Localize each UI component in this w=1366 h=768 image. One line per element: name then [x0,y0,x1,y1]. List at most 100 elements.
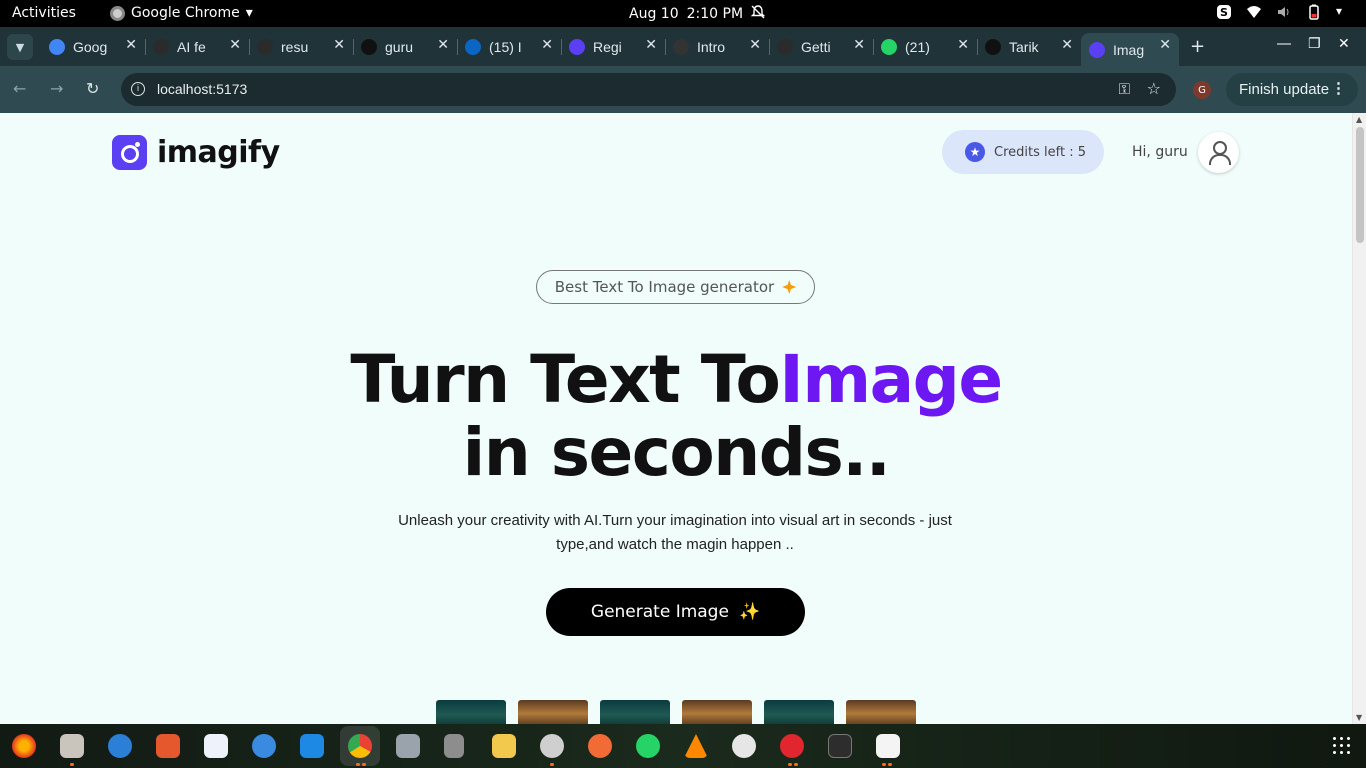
browser-tab[interactable]: guru ✕ [353,33,458,60]
tab-title: Regi [593,38,622,55]
tab-title: Tarik [1009,38,1039,55]
volume-icon[interactable] [1276,4,1292,20]
badge-text: Best Text To Image generator [554,278,775,296]
browser-tab[interactable]: Goog ✕ [41,33,146,60]
forward-button[interactable]: → [50,79,63,98]
archive-icon[interactable] [444,734,464,758]
close-window-button[interactable]: ✕ [1338,36,1350,52]
maximize-button[interactable]: ❐ [1308,36,1321,52]
browser-tab[interactable]: Imag ✕ [1081,33,1179,66]
sample-image[interactable] [518,700,588,724]
close-tab-icon[interactable]: ✕ [853,37,865,53]
tab-search-button[interactable]: ▼ [7,34,33,60]
running-indicator [882,763,886,766]
reload-button[interactable]: ↻ [86,79,99,98]
password-key-icon[interactable]: ⚿ [1119,80,1130,98]
show-apps-icon[interactable] [1333,737,1350,754]
power-menu-icon[interactable]: ▾ [1336,4,1352,20]
help-icon[interactable] [252,734,276,758]
browser-tab[interactable]: (21) ✕ [873,33,978,60]
system-top-bar: Activities Google Chrome ▾ Aug 10 2:10 P… [0,0,1366,27]
close-tab-icon[interactable]: ✕ [645,37,657,53]
close-tab-icon[interactable]: ✕ [229,37,241,53]
postman-icon[interactable] [588,734,612,758]
browser-tab[interactable]: (15) I ✕ [457,33,562,60]
sample-image[interactable] [682,700,752,724]
scroll-down-icon[interactable]: ▼ [1356,713,1362,722]
battery-icon[interactable] [1306,4,1322,20]
imagify-logo-icon [112,135,147,170]
sample-image[interactable] [436,700,506,724]
sample-image[interactable] [846,700,916,724]
software-center-icon[interactable] [156,734,180,758]
system-tray[interactable]: S ▾ [1216,4,1352,20]
back-button[interactable]: ← [13,79,26,98]
credits-button[interactable]: ★ Credits left : 5 [942,130,1104,174]
settings-icon[interactable] [540,734,564,758]
minimize-button[interactable]: ― [1277,36,1291,52]
browser-tab[interactable]: resu ✕ [249,33,354,60]
close-tab-icon[interactable]: ✕ [437,37,449,53]
close-tab-icon[interactable]: ✕ [749,37,761,53]
sparkles-icon: ✨ [738,602,761,622]
tab-title: guru [385,38,414,55]
thunderbird-icon[interactable] [108,734,132,758]
clock[interactable]: Aug 10 2:10 PM [629,5,766,23]
imagify-icon [1089,41,1105,58]
browser-tab[interactable]: Getti ✕ [769,33,874,60]
firefox-icon[interactable] [12,734,36,758]
close-tab-icon[interactable]: ✕ [957,37,969,53]
chatgpt-icon [153,38,169,55]
generate-image-button[interactable]: Generate Image ✨ [546,588,805,636]
skype-icon[interactable]: S [1216,4,1232,20]
profile-avatar[interactable]: G [1193,81,1211,99]
document-viewer-icon[interactable] [876,734,900,758]
openai-icon [777,38,793,55]
svg-text:S: S [1220,6,1228,19]
browser-tab[interactable]: AI fe ✕ [145,33,250,60]
imagify-logo[interactable]: imagify [112,135,280,170]
scrollbar-thumb[interactable] [1356,127,1364,243]
star-icon: ★ [965,142,985,162]
close-tab-icon[interactable]: ✕ [333,37,345,53]
files-icon[interactable] [60,734,84,758]
headline-part1: Turn Text To [350,341,780,418]
site-info-icon[interactable]: i [131,82,145,96]
more-menu-icon[interactable]: ⋮ [1331,79,1346,97]
close-tab-icon[interactable]: ✕ [1061,37,1073,53]
close-tab-icon[interactable]: ✕ [541,37,553,53]
sample-image[interactable] [600,700,670,724]
user-avatar-icon[interactable] [1198,132,1239,173]
close-tab-icon[interactable]: ✕ [1159,37,1171,53]
whatsapp-icon[interactable] [636,734,660,758]
chrome-icon[interactable] [348,734,372,758]
bookmark-star-icon[interactable]: ☆ [1147,79,1161,98]
browser-tab[interactable]: Regi ✕ [561,33,666,60]
text-editor-icon[interactable] [204,734,228,758]
wifi-icon[interactable] [1246,4,1262,20]
running-indicator [888,763,892,766]
scroll-up-icon[interactable]: ▲ [1356,115,1362,124]
running-indicator [794,763,798,766]
new-tab-button[interactable]: + [1190,36,1205,57]
url-text[interactable]: localhost:5173 [157,81,247,97]
browser-tab[interactable]: Intro ✕ [665,33,770,60]
activities-button[interactable]: Activities [12,5,76,21]
terminal-icon[interactable] [828,734,852,758]
inkscape-icon[interactable] [492,734,516,758]
vscode-icon[interactable] [300,734,324,758]
date-text: Aug 10 [629,6,679,22]
sample-image[interactable] [764,700,834,724]
screenshot-viewer-icon[interactable] [396,734,420,758]
app-menu[interactable]: Google Chrome ▾ [110,5,253,21]
vlc-icon[interactable] [684,734,708,758]
finish-update-button[interactable]: Finish update ⋮ [1226,73,1358,106]
update-alert-icon[interactable] [780,734,804,758]
page-scrollbar[interactable]: ▲ ▼ [1352,113,1366,724]
app-store-icon[interactable] [732,734,756,758]
chrome-icon [110,5,125,21]
browser-tab[interactable]: Tarik ✕ [977,33,1081,60]
course-icon [673,38,689,55]
address-bar[interactable]: i localhost:5173 ⚿ ☆ [121,73,1176,106]
close-tab-icon[interactable]: ✕ [125,37,137,53]
